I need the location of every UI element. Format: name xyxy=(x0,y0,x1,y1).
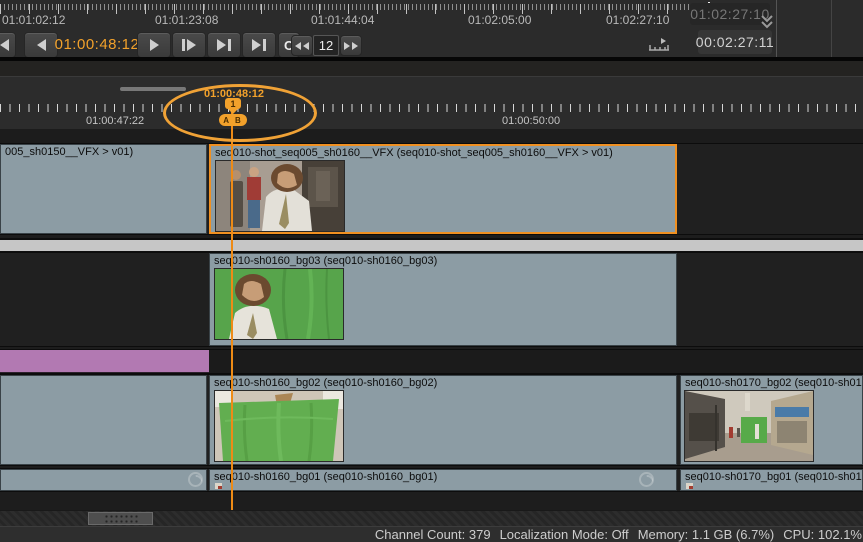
clip-label: seq010-sh0160_bg03 (seq010-sh0160_bg03) xyxy=(210,254,676,267)
clip-sh0160-bg01[interactable]: seq010-sh0160_bg01 (seq010-sh0160_bg01) xyxy=(209,469,677,491)
clip-sh0160-vfx-selected[interactable]: seq010-shot_seq005_sh0160__VFX (seq010-s… xyxy=(209,144,677,234)
ruler-zoom-bar[interactable] xyxy=(120,87,186,91)
double-chevron-down-icon[interactable] xyxy=(760,14,774,30)
transport-controls: 01:00:48:12 O 12 xyxy=(0,31,700,58)
sequence-duration[interactable]: 00:02:27:11 xyxy=(698,30,772,54)
ruler-label: 01:00:47:22 xyxy=(86,115,144,127)
video-track-bg02: seq010-sh0160_bg02 (seq010-sh0160_bg02) … xyxy=(0,374,863,466)
toolbar-divider xyxy=(776,0,777,57)
clip-label: seq010-sh0170_bg01 (seq010-sh0170_bg01) xyxy=(681,470,862,483)
video-track-bg01: seq010-sh0160_bg01 (seq010-sh0160_bg01) … xyxy=(0,468,863,492)
next-edit-button[interactable] xyxy=(207,32,241,58)
overview-ruler-label: 01:02:27:10 xyxy=(606,13,669,27)
overview-ruler-label: 01:02:05:00 xyxy=(468,13,531,27)
status-localization-mode: Localization Mode: Off xyxy=(500,527,629,542)
go-to-end-button[interactable] xyxy=(242,32,276,58)
video-track-bg03: seq010-sh0160_bg03 (seq010-sh0160_bg03) xyxy=(0,252,863,347)
play-reverse-icon xyxy=(37,39,46,51)
clip-badge-icon xyxy=(686,483,693,489)
clip-sh0160-bg03[interactable]: seq010-sh0160_bg03 (seq010-sh0160_bg03) xyxy=(209,253,677,346)
timeline-marker-1[interactable]: 1 xyxy=(225,98,241,109)
filler-track xyxy=(0,349,863,374)
scrollbar-thumb[interactable] xyxy=(88,512,153,525)
clip-badge-icon xyxy=(215,483,222,489)
clip-sh0160-bg02[interactable]: seq010-sh0160_bg02 (seq010-sh0160_bg02) xyxy=(209,375,677,465)
clip-label: 005_sh0150__VFX > v01) xyxy=(1,145,206,158)
clip-label xyxy=(1,470,206,471)
timeline-upper-gap xyxy=(0,61,863,76)
motion-effect-icon xyxy=(639,472,654,487)
playhead-line[interactable] xyxy=(231,109,233,510)
play-button[interactable] xyxy=(137,32,171,58)
rewind-frames-button[interactable] xyxy=(291,35,313,56)
fast-forward-icon xyxy=(344,42,350,50)
play-from-mark-button[interactable] xyxy=(172,32,206,58)
current-timecode[interactable]: 01:00:48:12 xyxy=(60,32,134,56)
filler-clip-purple[interactable] xyxy=(0,350,209,373)
collapsed-track-strip[interactable] xyxy=(0,238,863,253)
play-reverse-button[interactable] xyxy=(24,32,58,58)
timeline-position-icon xyxy=(648,37,670,51)
status-bar: Channel Count: 379 Localization Mode: Of… xyxy=(0,526,863,542)
ab-marker[interactable]: A B xyxy=(219,114,247,126)
step-backward-button[interactable] xyxy=(0,32,16,58)
rewind-icon xyxy=(295,42,301,50)
clip-thumbnail-street-boy xyxy=(216,161,344,231)
clip-sh0170-bg02[interactable]: seq010-sh0170_bg02 (seq010-sh0170_bg02) xyxy=(680,375,863,465)
clip-sh0170-bg01[interactable]: seq010-sh0170_bg01 (seq010-sh0170_bg01) xyxy=(680,469,863,491)
overview-ruler-label: 01:01:02:12 xyxy=(2,13,65,27)
ruler-label: 01:00:50:00 xyxy=(502,115,560,127)
forward-frames-button[interactable] xyxy=(340,35,362,56)
horizontal-scrollbar[interactable] xyxy=(0,510,863,527)
clip-label: seq010-sh0160_bg02 (seq010-sh0160_bg02) xyxy=(210,376,676,389)
overview-ruler-label: 01:01:23:08 xyxy=(155,13,218,27)
clip-label xyxy=(1,376,206,377)
motion-effect-icon xyxy=(188,472,203,487)
clip-label: seq010-shot_seq005_sh0160__VFX (seq010-s… xyxy=(211,146,675,159)
next-edit-icon xyxy=(217,39,226,51)
clip-label: seq010-sh0160_bg01 (seq010-sh0160_bg01) xyxy=(210,470,676,483)
clip-thumbnail-boy-greenscreen xyxy=(215,269,343,339)
clip-unlabeled[interactable] xyxy=(0,469,207,491)
clip-thumbnail-green-cloth xyxy=(215,391,343,461)
frame-offset-field[interactable]: 12 xyxy=(313,35,339,56)
timeline-ruler-ticks[interactable] xyxy=(0,104,863,112)
clip-label: seq010-sh0170_bg02 (seq010-sh0170_bg02) xyxy=(681,376,862,389)
timeline-ruler-lower-band xyxy=(0,129,863,143)
toolbar-divider xyxy=(831,0,832,57)
play-icon xyxy=(150,39,159,51)
timeline-window: 01:01:02:12 01:01:23:08 01:01:44:04 01:0… xyxy=(0,0,863,542)
play-from-mark-icon xyxy=(182,39,185,51)
clip-sh0150-vfx[interactable]: 005_sh0150__VFX > v01) xyxy=(0,144,207,234)
status-memory: Memory: 1.1 GB (6.7%) xyxy=(638,527,775,542)
go-to-end-icon xyxy=(252,39,261,51)
clip-thumbnail-street-greenscreen xyxy=(685,391,813,461)
status-channel-count: Channel Count: 379 xyxy=(375,527,491,542)
top-toolbar: 01:01:02:12 01:01:23:08 01:01:44:04 01:0… xyxy=(0,0,863,58)
status-cpu: CPU: 102.1% xyxy=(783,527,862,542)
clip-unlabeled[interactable] xyxy=(0,375,207,465)
overview-ruler-label: 01:01:44:04 xyxy=(311,13,374,27)
scrollbar-grip xyxy=(104,514,138,524)
video-track-vfx: 005_sh0150__VFX > v01) seq010-shot_seq00… xyxy=(0,143,863,235)
sequence-duration-dim[interactable]: 01:02:27:10 xyxy=(690,3,770,25)
